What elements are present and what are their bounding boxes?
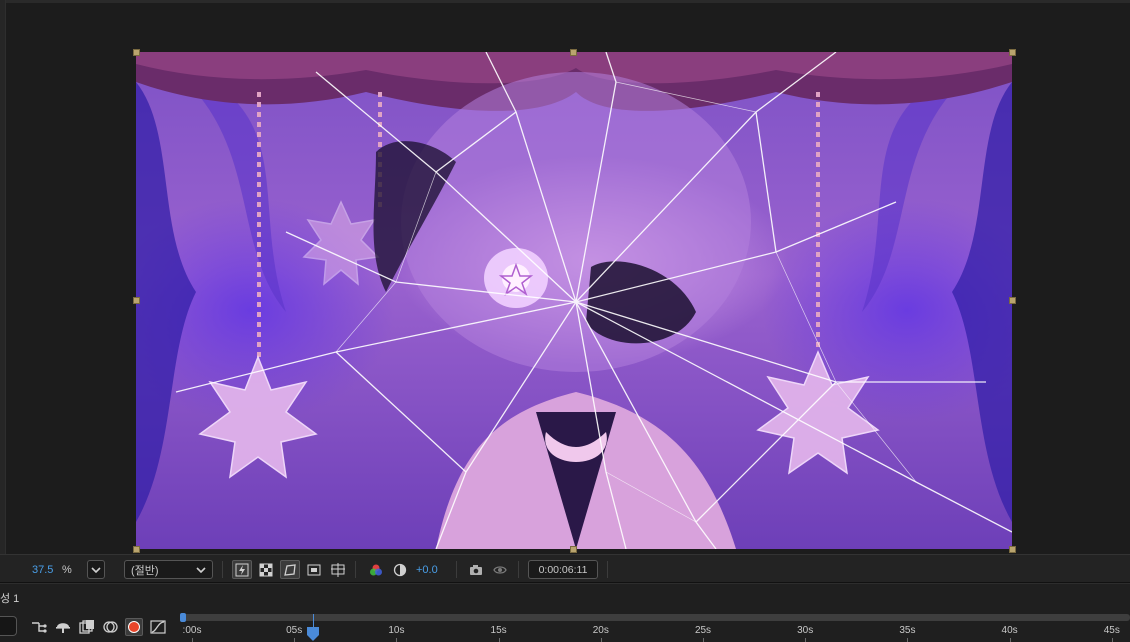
ruler-label: 40s	[1001, 625, 1018, 636]
current-time-display[interactable]: 0:00:06:11	[528, 560, 598, 579]
ruler-label: 15s	[490, 625, 507, 636]
timeline-panel: 성 1 :00s 05s 10s 15s 20s 25s 30s 35s 40s 45s	[0, 583, 1130, 642]
region-of-interest-button[interactable]	[304, 560, 324, 579]
transform-handle-top-left[interactable]	[133, 49, 140, 56]
graph-editor-icon	[150, 620, 166, 634]
composition-flowchart-button[interactable]	[30, 618, 48, 636]
show-snapshot-icon	[493, 565, 507, 574]
viewer-left-edge	[0, 0, 6, 554]
ruler-tick	[192, 638, 193, 642]
work-area-bar[interactable]	[182, 614, 1130, 621]
shy-layers-button[interactable]	[54, 618, 72, 636]
transform-handle-mid-left[interactable]	[133, 297, 140, 304]
ruler-label: 45s	[1103, 625, 1120, 636]
fast-preview-icon	[235, 563, 249, 576]
ruler-label: 30s	[797, 625, 814, 636]
playhead-line	[313, 614, 314, 628]
transparency-grid-button[interactable]	[256, 560, 276, 579]
mask-path-icon	[284, 563, 296, 576]
frame-blending-icon	[79, 620, 94, 634]
guides-icon	[331, 562, 345, 577]
ruler-tick	[1009, 638, 1011, 642]
composition-frame[interactable]	[136, 52, 1012, 549]
transform-handle-bottom-left[interactable]	[133, 546, 140, 553]
guides-button[interactable]	[328, 560, 348, 579]
graph-editor-button[interactable]	[149, 618, 167, 636]
exposure-value[interactable]: +0.0	[416, 560, 438, 579]
record-button[interactable]	[125, 618, 143, 636]
color-channel-button[interactable]	[366, 560, 386, 579]
show-snapshot-button[interactable]	[490, 560, 510, 579]
composition-viewer[interactable]	[0, 0, 1130, 554]
ruler-label: 05s	[286, 625, 303, 636]
toolbar-divider	[518, 561, 519, 578]
shy-layers-icon	[56, 623, 70, 633]
composition-tab[interactable]: 성 1	[0, 590, 19, 606]
transform-handle-bottom-center[interactable]	[570, 546, 577, 553]
ruler-tick	[498, 638, 500, 642]
layer-search-field[interactable]	[0, 616, 17, 636]
transparency-grid-icon	[259, 563, 273, 576]
viewer-toolbar: 37.5 % (절반) +0.0 0:00:06:11	[0, 554, 1130, 583]
toolbar-divider	[355, 561, 356, 578]
playhead-marker[interactable]	[307, 627, 319, 641]
transform-handle-top-center[interactable]	[570, 49, 577, 56]
zoom-unit: %	[62, 563, 72, 576]
ruler-tick	[703, 638, 704, 642]
resolution-dropdown[interactable]: (절반)	[124, 560, 213, 579]
toolbar-divider	[607, 561, 608, 578]
ruler-label: :00s	[182, 625, 202, 636]
ruler-label: 10s	[388, 625, 405, 636]
ruler-tick	[907, 638, 909, 642]
mask-path-button[interactable]	[280, 560, 300, 579]
motion-blur-button[interactable]	[102, 618, 120, 636]
color-channel-icon	[370, 564, 382, 575]
fast-preview-button[interactable]	[232, 560, 252, 579]
ruler-tick	[600, 638, 602, 642]
reset-exposure-button[interactable]	[390, 560, 410, 579]
resolution-value: (절반)	[131, 564, 159, 577]
transform-handle-bottom-right[interactable]	[1009, 546, 1016, 553]
chevron-down-icon	[196, 566, 206, 573]
composition-artwork	[136, 52, 1012, 549]
region-of-interest-icon	[307, 564, 321, 575]
record-icon	[128, 621, 140, 633]
zoom-dropdown-button[interactable]	[87, 560, 105, 579]
frame-blending-button[interactable]	[78, 618, 96, 636]
ruler-tick	[805, 638, 807, 642]
motion-blur-icon	[103, 621, 118, 633]
toolbar-divider	[222, 561, 223, 578]
toolbar-divider	[456, 561, 457, 578]
reset-exposure-icon	[393, 563, 407, 576]
transform-handle-mid-right[interactable]	[1009, 297, 1016, 304]
chevron-down-icon	[91, 566, 101, 573]
ruler-tick	[294, 638, 296, 642]
composition-flowchart-icon	[32, 622, 47, 633]
ruler-label: 25s	[694, 625, 712, 636]
ruler-tick	[1111, 638, 1113, 642]
ruler-label: 20s	[592, 625, 609, 636]
work-area-start-handle[interactable]	[180, 613, 186, 622]
snapshot-icon	[470, 564, 482, 575]
ruler-tick	[396, 638, 398, 642]
take-snapshot-button[interactable]	[466, 560, 486, 579]
zoom-value[interactable]: 37.5	[32, 560, 53, 579]
viewer-top-border	[0, 0, 1130, 3]
ruler-label: 35s	[899, 625, 916, 636]
transform-handle-top-right[interactable]	[1009, 49, 1016, 56]
